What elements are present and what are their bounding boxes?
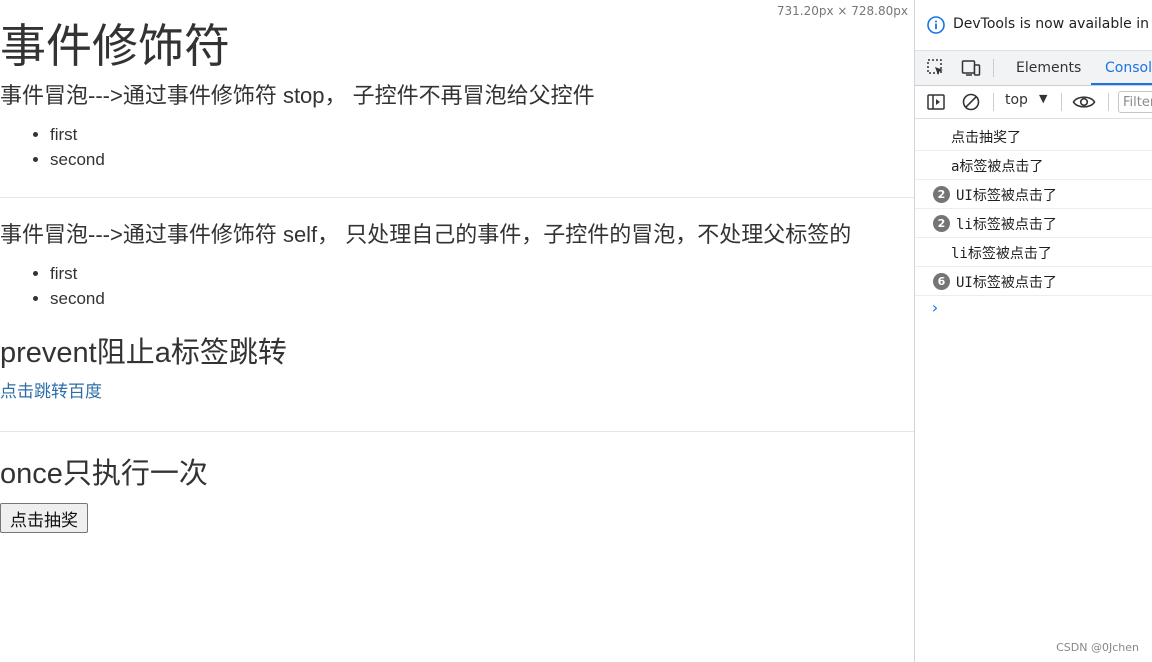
app-window: 731.20px × 728.80px 事件修饰符 事件冒泡--->通过事件修饰… bbox=[0, 0, 1152, 662]
prevent-section-heading: prevent阻止a标签跳转 bbox=[0, 337, 287, 369]
devtools-panel: DevTools is now available in Chinese Ele… bbox=[914, 0, 1152, 662]
self-list[interactable]: first second bbox=[0, 261, 105, 311]
toolbar-separator bbox=[993, 93, 994, 111]
console-message[interactable]: 2 UI标签被点击了 bbox=[915, 180, 1152, 209]
toolbar-separator bbox=[1108, 93, 1109, 111]
self-section-heading: 事件冒泡--->通过事件修饰符 self， 只处理自己的事件，子控件的冒泡，不处… bbox=[0, 222, 852, 247]
live-expression-eye-icon[interactable] bbox=[1072, 92, 1096, 112]
tab-elements[interactable]: Elements bbox=[1002, 51, 1095, 85]
devtools-tabbar: Elements Console bbox=[915, 51, 1152, 86]
divider bbox=[0, 197, 914, 198]
list-item[interactable]: first bbox=[50, 261, 105, 286]
console-message-text: li标签被点击了 bbox=[956, 217, 1057, 233]
viewport-size-readout: 731.20px × 728.80px bbox=[776, 4, 908, 18]
console-message[interactable]: a标签被点击了 bbox=[915, 151, 1152, 180]
once-section-heading: once只执行一次 bbox=[0, 458, 208, 490]
tab-console[interactable]: Console bbox=[1091, 51, 1152, 85]
info-icon bbox=[927, 16, 945, 34]
list-item[interactable]: second bbox=[50, 286, 105, 311]
repeat-count-badge: 6 bbox=[933, 273, 950, 290]
console-log: 点击抽奖了 a标签被点击了 2 UI标签被点击了 2 li标签被点击了 li标签… bbox=[915, 122, 1152, 322]
console-message-text: 点击抽奖了 bbox=[951, 130, 1021, 146]
context-select[interactable]: top bbox=[1005, 92, 1028, 108]
stop-list[interactable]: first second bbox=[0, 122, 105, 172]
baidu-link[interactable]: 点击跳转百度 bbox=[0, 381, 102, 403]
console-message[interactable]: 6 UI标签被点击了 bbox=[915, 267, 1152, 296]
console-message-text: li标签被点击了 bbox=[951, 246, 1052, 262]
stop-section-heading: 事件冒泡--->通过事件修饰符 stop， 子控件不再冒泡给父控件 bbox=[0, 83, 595, 108]
language-banner: DevTools is now available in Chinese bbox=[915, 0, 1152, 51]
console-message[interactable]: li标签被点击了 bbox=[915, 238, 1152, 267]
console-message[interactable]: 点击抽奖了 bbox=[915, 122, 1152, 151]
csdn-watermark: CSDN @0Jchen bbox=[1056, 641, 1139, 654]
prompt-chevron-icon: › bbox=[930, 298, 940, 317]
console-message-text: UI标签被点击了 bbox=[956, 275, 1057, 291]
toolbar-separator bbox=[1061, 93, 1062, 111]
dropdown-arrow-icon[interactable]: ▼ bbox=[1039, 92, 1047, 105]
banner-text: DevTools is now available in Chinese bbox=[953, 16, 1152, 32]
repeat-count-badge: 2 bbox=[933, 215, 950, 232]
list-item[interactable]: first bbox=[50, 122, 105, 147]
web-page: 731.20px × 728.80px 事件修饰符 事件冒泡--->通过事件修饰… bbox=[0, 0, 914, 662]
toolbar-separator bbox=[993, 59, 994, 77]
divider bbox=[0, 431, 914, 432]
repeat-count-badge: 2 bbox=[933, 186, 950, 203]
lottery-button[interactable]: 点击抽奖 bbox=[0, 503, 88, 533]
inspect-element-icon[interactable] bbox=[926, 58, 946, 78]
console-toolbar: top ▼ bbox=[915, 86, 1152, 119]
page-title: 事件修饰符 bbox=[0, 20, 230, 72]
clear-console-icon[interactable] bbox=[961, 92, 981, 112]
console-filter-input[interactable] bbox=[1118, 91, 1152, 113]
list-item[interactable]: second bbox=[50, 147, 105, 172]
device-toolbar-icon[interactable] bbox=[961, 58, 981, 78]
console-message-text: a标签被点击了 bbox=[951, 159, 1044, 175]
console-prompt[interactable]: › bbox=[915, 296, 1152, 322]
console-message-text: UI标签被点击了 bbox=[956, 188, 1057, 204]
sidebar-toggle-icon[interactable] bbox=[926, 92, 946, 112]
console-message[interactable]: 2 li标签被点击了 bbox=[915, 209, 1152, 238]
